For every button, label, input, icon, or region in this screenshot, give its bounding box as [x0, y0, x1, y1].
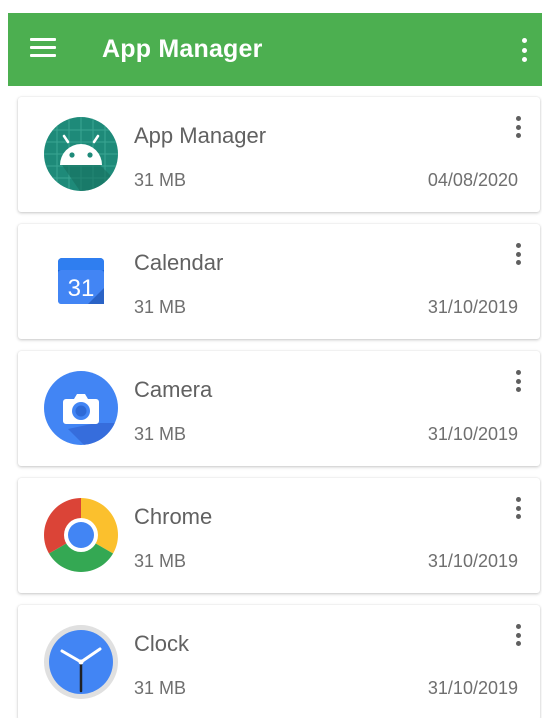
chrome-icon — [44, 498, 118, 572]
clock-icon — [44, 625, 118, 699]
app-date: 31/10/2019 — [427, 424, 518, 444]
app-manager-screen: App Manager App Manager 31 MB 04/08/2020… — [0, 0, 542, 718]
app-list: App Manager 31 MB 04/08/2020 31 Calendar… — [18, 97, 541, 718]
more-vert-icon[interactable] — [515, 497, 521, 519]
app-name: App Manager — [134, 123, 267, 148]
more-vert-icon[interactable] — [515, 624, 521, 646]
app-size: 31 MB — [134, 424, 187, 444]
app-name: Camera — [134, 377, 213, 402]
more-vert-icon[interactable] — [520, 38, 528, 62]
app-bar: App Manager — [8, 13, 542, 86]
app-name: Clock — [134, 631, 190, 656]
app-card-chrome[interactable]: Chrome 31 MB 31/10/2019 — [18, 478, 540, 593]
android-icon — [44, 117, 118, 191]
more-vert-icon[interactable] — [515, 243, 521, 265]
app-name: Calendar — [134, 250, 224, 275]
app-card-app-manager[interactable]: App Manager 31 MB 04/08/2020 — [18, 97, 540, 212]
calendar-icon: 31 — [44, 244, 118, 318]
app-size: 31 MB — [134, 551, 187, 571]
app-card-clock[interactable]: Clock 31 MB 31/10/2019 — [18, 605, 540, 718]
app-size: 31 MB — [134, 678, 187, 698]
app-size: 31 MB — [134, 170, 187, 190]
app-name: Chrome — [134, 504, 213, 529]
app-card-camera[interactable]: Camera 31 MB 31/10/2019 — [18, 351, 540, 466]
hamburger-menu-icon[interactable] — [30, 38, 56, 58]
app-size: 31 MB — [134, 297, 187, 317]
more-vert-icon[interactable] — [515, 370, 521, 392]
camera-icon — [44, 371, 118, 445]
more-vert-icon[interactable] — [515, 116, 521, 138]
app-bar-title: App Manager — [102, 35, 263, 63]
app-card-calendar[interactable]: 31 Calendar 31 MB 31/10/2019 — [18, 224, 540, 339]
app-date: 31/10/2019 — [427, 297, 518, 317]
calendar-icon-day: 31 — [68, 275, 95, 302]
app-date: 31/10/2019 — [427, 551, 518, 571]
app-date: 04/08/2020 — [427, 170, 518, 190]
app-date: 31/10/2019 — [427, 678, 518, 698]
